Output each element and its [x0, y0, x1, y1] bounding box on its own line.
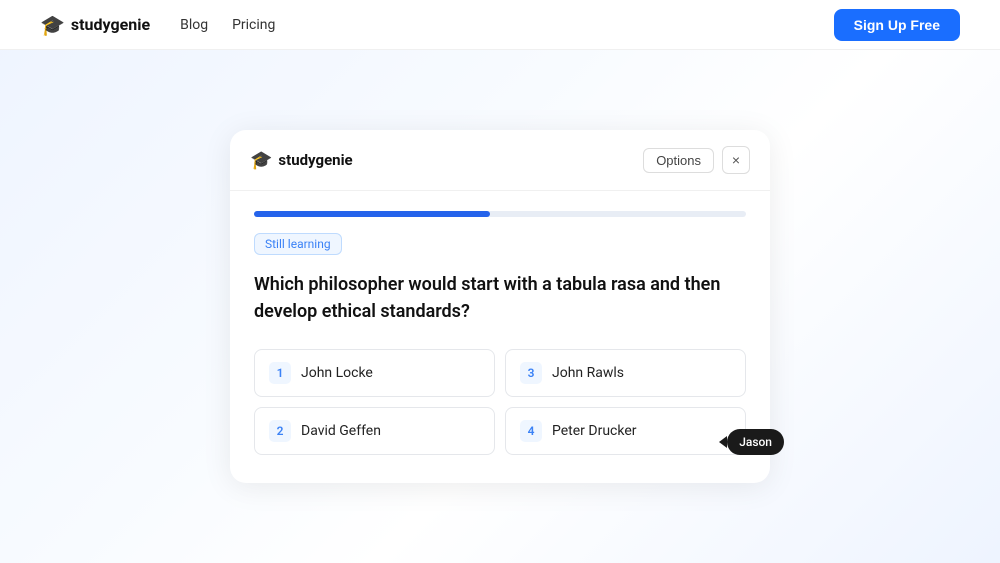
card-header: 🎓 studygenie Options ×: [230, 130, 770, 191]
logo-hat-icon: 🎓: [40, 13, 65, 37]
status-badge: Still learning: [254, 233, 342, 255]
card-logo: 🎓 studygenie: [250, 150, 353, 171]
answer-option-1[interactable]: 1 John Locke: [254, 349, 495, 397]
close-button[interactable]: ×: [722, 146, 750, 174]
option-num-1: 1: [269, 362, 291, 384]
navbar: 🎓 studygenie Blog Pricing Sign Up Free: [0, 0, 1000, 50]
option-num-3: 3: [520, 362, 542, 384]
nav-link-pricing[interactable]: Pricing: [232, 17, 275, 33]
option-text-1: John Locke: [301, 365, 373, 381]
logo-text: studygenie: [71, 15, 150, 34]
quiz-card: 🎓 studygenie Options × Still learning Wh…: [230, 130, 770, 483]
signup-button[interactable]: Sign Up Free: [834, 9, 960, 41]
options-button[interactable]: Options: [643, 148, 714, 173]
card-actions: Options ×: [643, 146, 750, 174]
option-text-2: David Geffen: [301, 423, 381, 439]
main-content: 🎓 studygenie Options × Still learning Wh…: [0, 50, 1000, 483]
answer-grid: 1 John Locke 3 John Rawls 2 David Geffen…: [254, 349, 746, 455]
answer-option-2[interactable]: 2 David Geffen: [254, 407, 495, 455]
nav-links: Blog Pricing: [180, 17, 834, 33]
nav-logo: 🎓 studygenie: [40, 13, 150, 37]
card-logo-text: studygenie: [278, 151, 352, 169]
question-text: Which philosopher would start with a tab…: [254, 271, 746, 325]
option-text-4: Peter Drucker: [552, 423, 637, 439]
answer-option-4[interactable]: 4 Peter Drucker: [505, 407, 746, 455]
progress-bar-track: [254, 211, 746, 217]
progress-bar-fill: [254, 211, 490, 217]
user-tooltip: Jason: [727, 429, 784, 455]
option-num-2: 2: [269, 420, 291, 442]
answer-option-3[interactable]: 3 John Rawls: [505, 349, 746, 397]
option-num-4: 4: [520, 420, 542, 442]
card-body: Still learning Which philosopher would s…: [230, 191, 770, 483]
nav-link-blog[interactable]: Blog: [180, 17, 208, 33]
option-text-3: John Rawls: [552, 365, 624, 381]
card-logo-hat-icon: 🎓: [250, 150, 272, 171]
